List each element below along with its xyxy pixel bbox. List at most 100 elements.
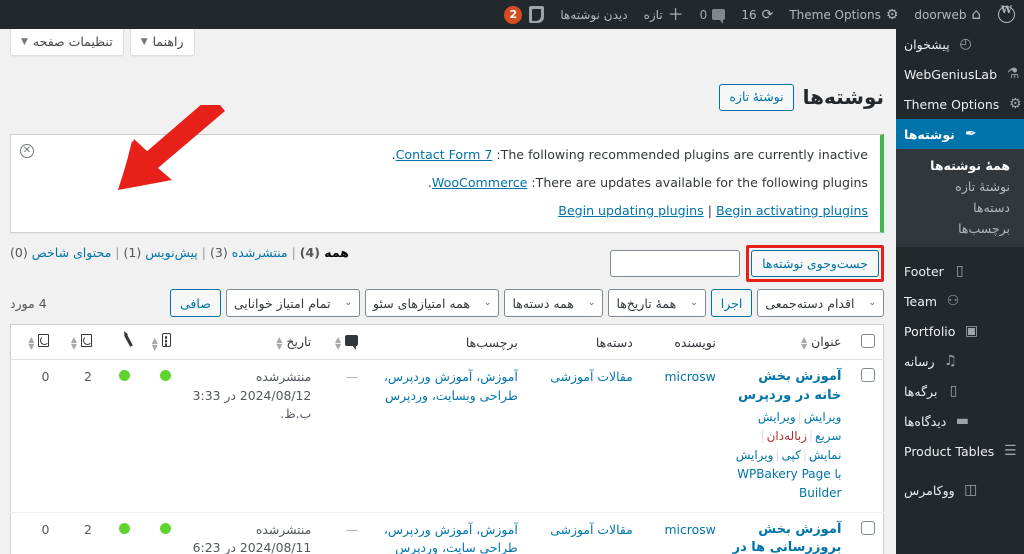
header-outgoing-links[interactable]: ▲ ▼ [10,324,58,360]
seo-score-dot-good [159,522,171,534]
row-action-trash[interactable]: زباله‌دان [767,429,807,443]
admin-sidebar-menu[interactable]: ◴ پیشخوان ⚗ WebGeniusLab ⚙ Theme Options… [896,29,1024,554]
row-action-separator: | [797,409,802,424]
post-title-link[interactable]: آموزش بخش بروزرسانی ها در وردپرس [732,521,842,554]
screen-options-tab[interactable]: تنظیمات صفحه ▼ [10,29,124,56]
updates-count: 16 [741,7,757,22]
sidebar-item-team[interactable]: ⚇ Team [896,286,1024,316]
table-row[interactable]: آموزش بخش بروزرسانی ها در وردپرس microsw… [10,511,884,554]
header-tags[interactable]: برچسب‌ها [366,324,526,360]
sidebar-item-webgeniuslab[interactable]: ⚗ WebGeniusLab [896,59,1024,89]
sidebar-item-woocommerce[interactable]: ◫ ووکامرس [896,475,1024,505]
header-categories[interactable]: دسته‌ها [525,324,641,360]
chevron-down-icon: ⌄ [868,298,876,309]
search-posts-button[interactable]: جست‌وجوی نوشته‌ها [751,250,879,278]
chevron-down-icon: ⌄ [587,298,596,309]
admin-bar-yoast[interactable]: 2 [496,0,552,29]
header-date[interactable]: تاریخ ▲ ▼ [178,324,320,360]
category-filter-label: همه دسته‌ها [512,295,574,311]
sidebar-item-product-tables[interactable]: ☰ Product Tables [896,436,1024,466]
post-tags-links[interactable]: آموزش، آموزش وردپرس، طراحی وبسایت، وردپر… [384,369,518,403]
sidebar-item-portfolio[interactable]: ▣ Portfolio [896,316,1024,346]
post-tags-links[interactable]: آموزش، آموزش وردپرس، طراحی سایت، وردپرس [384,522,518,554]
sidebar-item-theme-options[interactable]: ⚙ Theme Options [896,89,1024,119]
filter-link-all[interactable]: همه (4) [300,245,349,260]
filter-button[interactable]: صافی [170,289,221,318]
add-new-post-button[interactable]: نوشتهٔ تازه [719,83,794,111]
sidebar-submenu-posts[interactable]: همهٔ نوشته‌ها نوشتهٔ تازه دسته‌ها برچسب‌… [896,149,1024,247]
begin-activating-plugins-link[interactable]: Begin activating plugins [716,203,868,218]
filter-count: (4) [299,245,320,261]
admin-bar-comments[interactable]: 0 [692,0,734,29]
bulk-action-select[interactable]: ⌄ اقدام دسته‌جمعی [757,289,884,318]
screen-meta-tabs: تنظیمات صفحه ▼ راهنما ▼ [10,29,195,56]
apply-bulk-action-button[interactable]: اجرا [710,289,753,318]
filter-separator: | [115,245,120,261]
admin-bar-wp-logo[interactable] [989,0,1024,29]
sidebar-item-pages[interactable]: ▯ برگه‌ها [896,376,1024,406]
post-author-link[interactable]: microsw [664,369,715,384]
sidebar-item-media[interactable]: ♫ رسانه [896,346,1024,376]
header-readability[interactable] [99,324,139,360]
select-all-checkbox[interactable] [861,333,875,348]
filter-link-published[interactable]: منتشرشده (3) [210,245,288,260]
header-title[interactable]: عنوان ▲ ▼ [723,324,850,360]
admin-bar-theme-options[interactable]: ⚙ Theme Options [781,0,906,29]
users-icon: ⚇ [946,293,960,309]
admin-bar-view-posts[interactable]: دیدن نوشته‌ها [552,0,635,29]
post-title-link[interactable]: آموزش بخش خانه در وردپرس [732,368,841,406]
notice-plugin-link-contact-form-7[interactable]: Contact Form 7 [396,147,493,162]
sidebar-item-footer[interactable]: ▯ Footer [896,256,1024,286]
post-category-link[interactable]: مقالات آموزشی [550,522,633,537]
readability-filter-select[interactable]: ⌄ تمام امتیاز خوانایی [225,289,360,318]
date-filter-select[interactable]: ⌄ همهٔ تاریخ‌ها [608,289,706,318]
filter-link-cornerstone[interactable]: محتوای شاخص (0) [10,245,111,260]
filter-label: محتوای شاخص [31,245,112,261]
comment-icon: ▬ [955,413,969,429]
header-comments[interactable]: ▲ ▼ [319,324,367,360]
row-checkbox-cell[interactable] [849,358,884,513]
admin-bar-new-content[interactable]: ＋ تازه [636,0,692,29]
row-select-checkbox[interactable] [861,520,875,535]
search-input[interactable] [610,250,741,278]
category-filter-select[interactable]: ⌄ همه دسته‌ها [504,289,604,318]
yoast-notification-badge: 2 [504,5,523,24]
row-select-checkbox[interactable] [861,367,875,382]
row-categories-cell: مقالات آموزشی [525,358,641,513]
sidebar-subitem-tags[interactable]: برچسب‌ها [896,218,1024,239]
comment-icon [345,335,359,351]
row-action-separator: | [802,448,807,463]
bulk-action-label: اقدام دسته‌جمعی [765,295,855,311]
sort-indicator-icon: ▲ ▼ [334,334,342,351]
sidebar-item-dashboard[interactable]: ◴ پیشخوان [896,29,1024,59]
header-internal-links[interactable]: ▲ ▼ [138,324,179,360]
begin-updating-plugins-link[interactable]: Begin updating plugins [558,203,703,218]
sidebar-item-posts[interactable]: ✒ نوشته‌ها [896,119,1024,149]
post-category-link[interactable]: مقالات آموزشی [550,369,633,384]
sidebar-subitem-new-post[interactable]: نوشتهٔ تازه [896,176,1024,197]
post-date-value: 2024/08/12 در 3:33 ب.ظ. [192,387,312,422]
table-row[interactable]: آموزش بخش خانه در وردپرس ویرایش|ویرایش س… [10,358,884,513]
comments-count: 0 [699,7,708,22]
close-icon[interactable]: ✕ [20,143,34,158]
seo-score-filter-select[interactable]: ⌄ همه امتیازهای سئو [365,289,500,318]
row-checkbox-cell[interactable] [849,511,884,554]
row-action-edit[interactable]: ویرایش [804,410,842,424]
header-select-all[interactable] [849,324,884,360]
help-tab[interactable]: راهنما ▼ [129,29,195,56]
notice-plugin-link-woocommerce[interactable]: WooCommerce [432,175,527,190]
row-action-copy[interactable]: کپی [781,448,800,462]
sidebar-subitem-categories[interactable]: دسته‌ها [896,197,1024,218]
admin-bar-updates[interactable]: ⟳ 16 [733,0,781,29]
admin-bar-site-name[interactable]: ⌂ doorweb [906,0,989,29]
sidebar-subitem-all-posts[interactable]: همهٔ نوشته‌ها [896,155,1024,176]
filters-and-search-row: جست‌وجوی نوشته‌ها همه (4)|منتشرشده (3)|پ… [0,233,896,283]
row-action-view[interactable]: نمایش [809,448,842,462]
outgoing-links-icon [38,333,50,347]
header-seo-score[interactable]: ▲ ▼ [57,324,100,360]
displaying-items-count: 4 مورد [10,295,47,311]
filter-link-draft[interactable]: پیش‌نویس (1) [124,245,198,260]
post-author-link[interactable]: microsw [664,522,715,537]
sidebar-item-comments[interactable]: ▬ دیدگاه‌ها [896,406,1024,436]
header-author[interactable]: نویسنده [640,324,724,360]
